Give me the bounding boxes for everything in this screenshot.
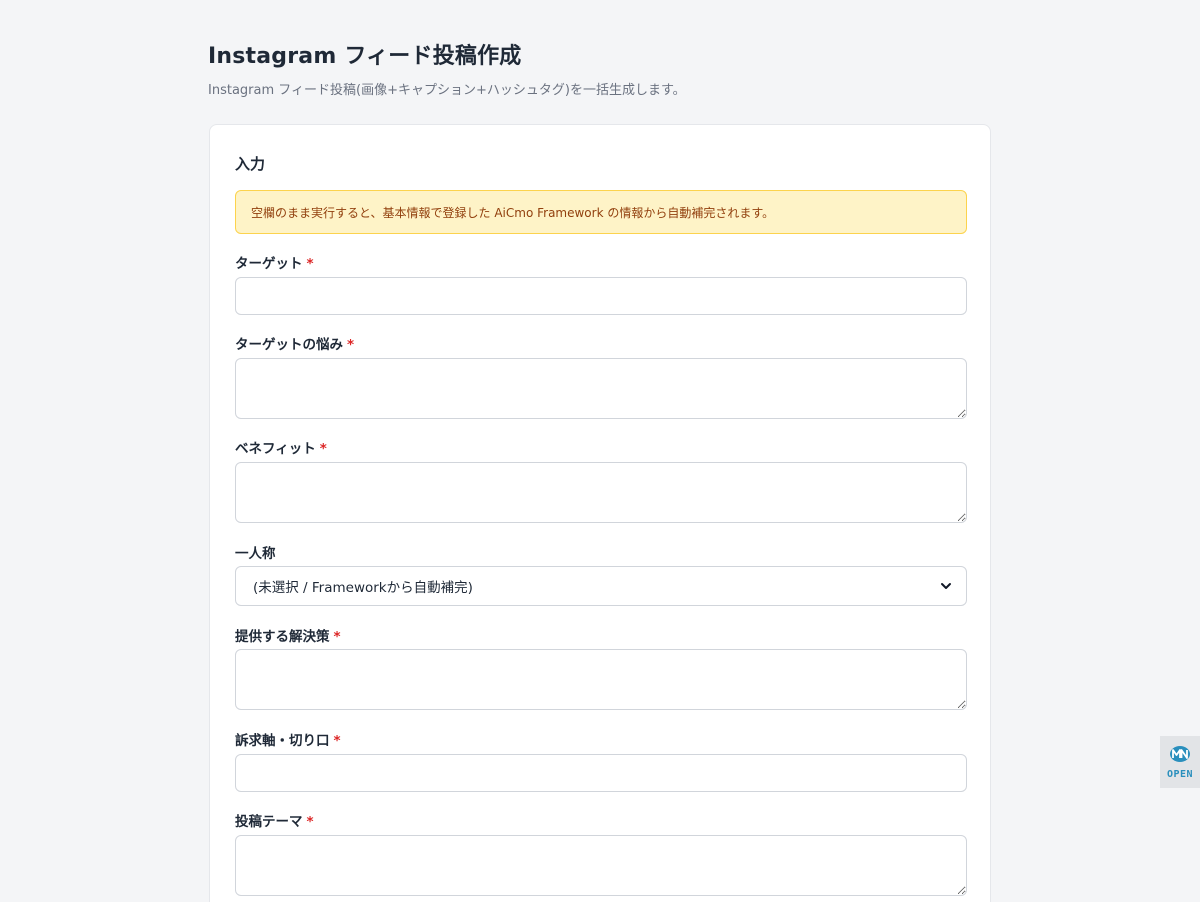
- appeal-input[interactable]: [235, 754, 967, 792]
- benefit-label-text: ベネフィット: [235, 441, 316, 457]
- theme-textarea[interactable]: [235, 835, 967, 896]
- pain-textarea[interactable]: [235, 358, 967, 419]
- benefit-label: ベネフィット *: [235, 437, 327, 457]
- required-mark: *: [333, 733, 341, 749]
- appeal-label: 訴求軸・切り口 *: [235, 729, 341, 749]
- target-label-text: ターゲット: [235, 256, 303, 272]
- theme-label: 投稿テーマ *: [235, 810, 314, 830]
- benefit-textarea[interactable]: [235, 462, 967, 523]
- open-widget-button[interactable]: OPEN: [1160, 736, 1200, 788]
- person-select[interactable]: (未選択 / Frameworkから自動補完): [235, 566, 967, 606]
- required-mark: *: [347, 337, 355, 353]
- input-card: 入力 空欄のまま実行すると、基本情報で登録した AiCmo Framework …: [209, 124, 991, 902]
- target-label: ターゲット *: [235, 252, 314, 272]
- required-mark: *: [319, 441, 327, 457]
- open-widget-label: OPEN: [1166, 768, 1194, 780]
- page-title: Instagram フィード投稿作成: [208, 44, 522, 69]
- required-mark: *: [306, 814, 314, 830]
- autofill-notice-text: 空欄のまま実行すると、基本情報で登録した AiCmo Framework の情報…: [251, 205, 775, 220]
- chevron-down-icon: [940, 580, 952, 592]
- theme-label-text: 投稿テーマ: [235, 814, 303, 830]
- person-label-text: 一人称: [235, 546, 276, 562]
- autofill-notice: 空欄のまま実行すると、基本情報で登録した AiCmo Framework の情報…: [235, 190, 967, 234]
- person-select-value: (未選択 / Frameworkから自動補完): [253, 580, 473, 596]
- person-label: 一人称: [235, 542, 276, 562]
- target-input[interactable]: [235, 277, 967, 315]
- appeal-label-text: 訴求軸・切り口: [235, 733, 330, 749]
- required-mark: *: [333, 629, 341, 645]
- section-title: 入力: [235, 155, 266, 173]
- pain-label: ターゲットの悩み *: [235, 333, 354, 353]
- mn-logo-icon: [1169, 745, 1191, 767]
- solution-label-text: 提供する解決策: [235, 629, 330, 645]
- page-subtitle: Instagram フィード投稿(画像+キャプション+ハッシュタグ)を一括生成し…: [208, 83, 686, 98]
- pain-label-text: ターゲットの悩み: [235, 337, 343, 353]
- required-mark: *: [306, 256, 314, 272]
- page: Instagram フィード投稿作成 Instagram フィード投稿(画像+キ…: [0, 0, 1200, 902]
- solution-label: 提供する解決策 *: [235, 625, 341, 645]
- solution-textarea[interactable]: [235, 649, 967, 710]
